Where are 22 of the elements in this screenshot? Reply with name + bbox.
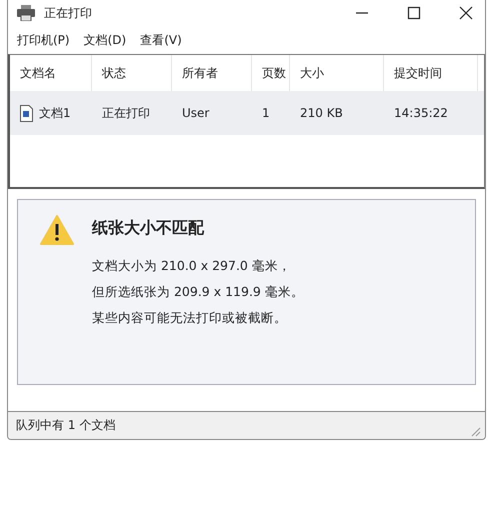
table-cell-text: 1 [261,106,271,120]
table-cell-text: 正在打印 [101,104,151,122]
window-title: 正在打印 [44,4,92,22]
warning-icon [40,214,74,246]
table-cell: 文档1 [39,104,71,122]
message-text: 但所选纸张为 209.9 x 119.9 毫米。 [92,283,304,301]
menu-item[interactable]: 文档(D) [84,32,126,48]
resize-grip-icon[interactable] [471,427,481,437]
table-cell-text: 14:35:22 [393,106,449,120]
printer-icon [16,5,36,21]
table-cell-text: User [181,106,210,120]
message-text: 某些内容可能无法打印或被截断。 [92,309,288,327]
table-row[interactable]: 文档1 正在打印 User 1 210 KB 14:35:22 [10,91,484,135]
maximize-button[interactable] [407,6,421,20]
menu-item[interactable]: 查看(V) [140,32,182,48]
close-button[interactable] [459,6,473,20]
message-text: 文档大小为 210.0 x 297.0 毫米， [92,257,292,275]
status-text: 队列中有 1 个文档 [16,417,116,434]
message-title: 纸张大小不匹配 [92,218,206,239]
document-icon [20,104,33,122]
menu-item[interactable]: 打印机(P) [17,32,70,48]
table-cell-text: 210 KB [299,106,344,120]
